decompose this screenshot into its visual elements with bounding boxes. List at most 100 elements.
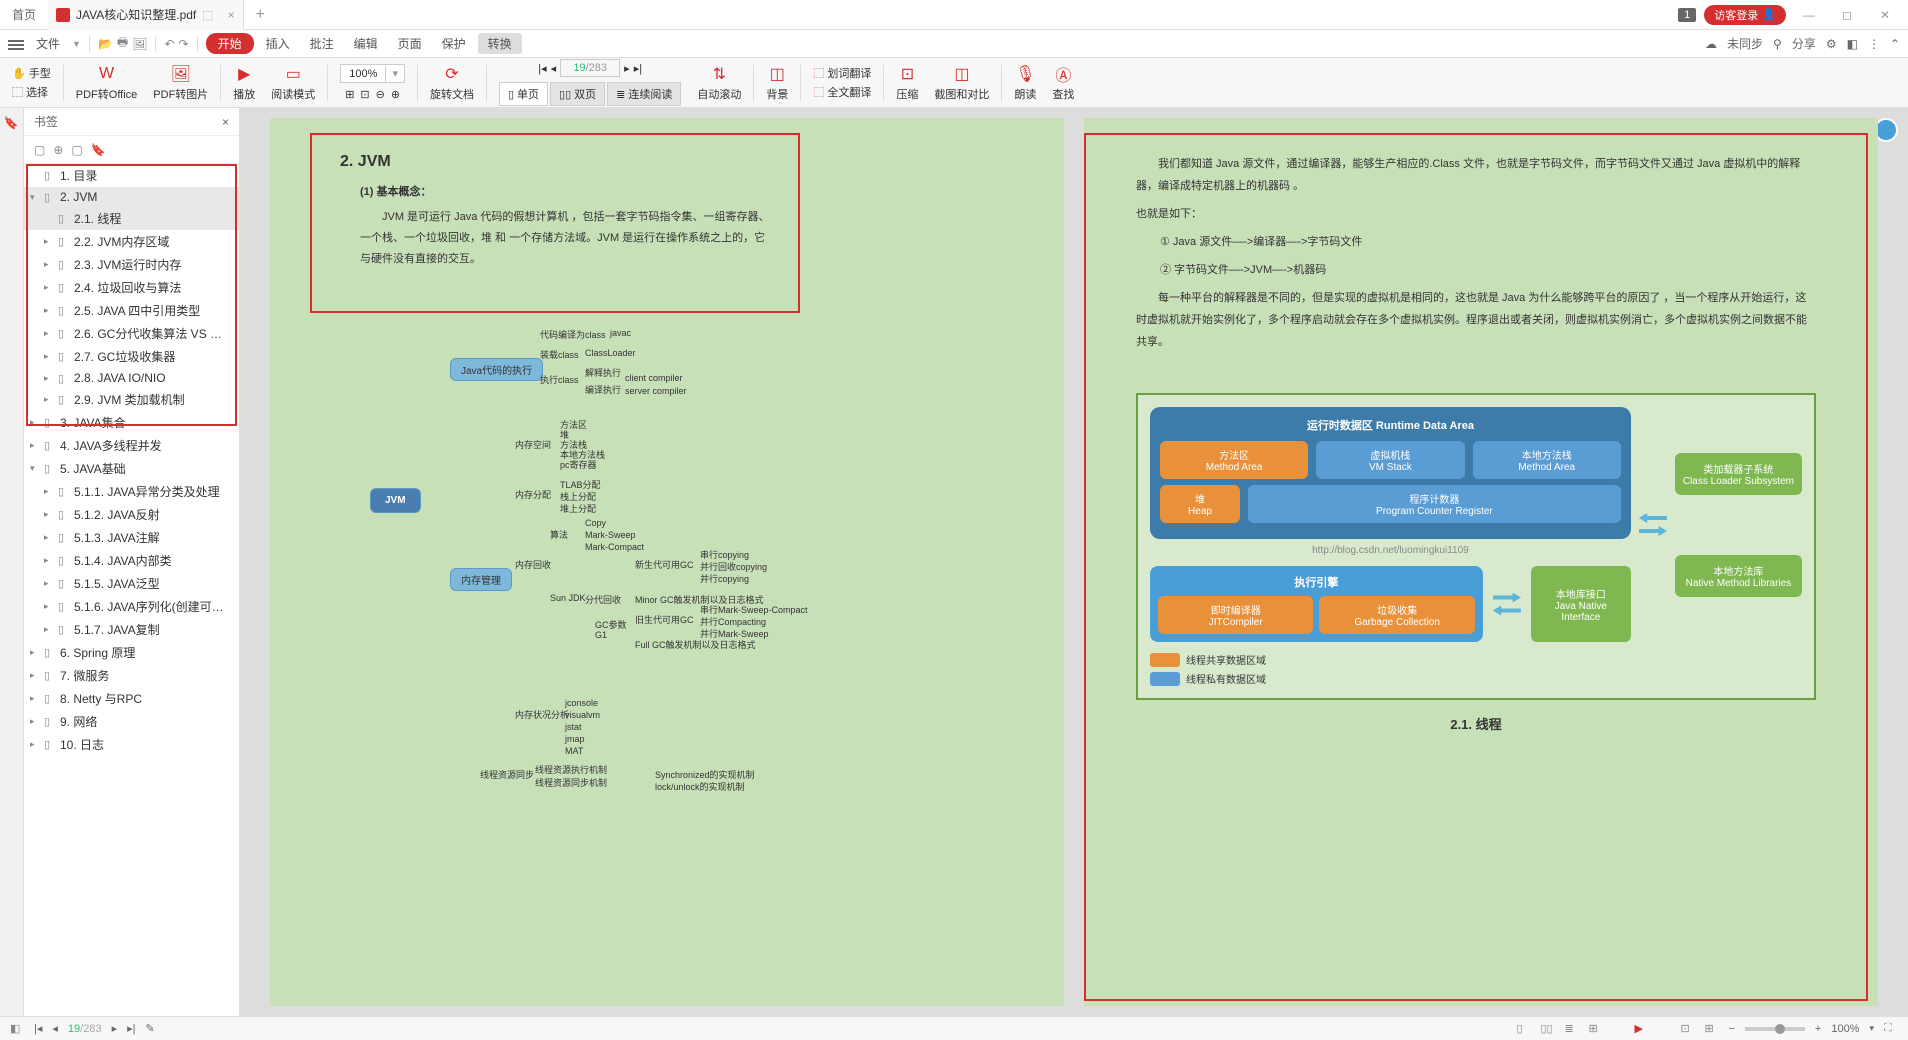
outline-item[interactable]: ▸▯2.7. GC垃圾收集器 <box>24 345 239 368</box>
expand-icon[interactable]: ▸ <box>44 509 54 520</box>
view-icon[interactable]: ▯▯ <box>1540 1022 1554 1036</box>
page-next-icon[interactable]: ▸ <box>112 1022 118 1035</box>
outline-item[interactable]: ▸▯6. Spring 原理 <box>24 641 239 664</box>
full-translate-button[interactable]: ⬚ 全文翻译 <box>813 84 871 100</box>
outline-item[interactable]: ▸▯10. 日志 <box>24 733 239 756</box>
expand-icon[interactable]: ▸ <box>30 440 40 451</box>
fullscreen-icon[interactable]: ⛶ <box>1884 1022 1898 1036</box>
expand-icon[interactable]: ▸ <box>44 373 54 384</box>
compress-button[interactable]: ⊡压缩 <box>892 62 922 104</box>
outline-item[interactable]: ▸▯2.2. JVM内存区域 <box>24 230 239 253</box>
gear-icon[interactable]: ⚙ <box>1826 37 1837 51</box>
redo-icon[interactable]: ↷ <box>179 37 189 51</box>
menu-edit[interactable]: 编辑 <box>346 33 386 54</box>
outline-item[interactable]: ▸▯5.1.7. JAVA复制 <box>24 618 239 641</box>
hand-tool[interactable]: ✋ 手型 <box>12 65 51 81</box>
page-last-icon[interactable]: ▸| <box>127 1022 135 1035</box>
view-icon[interactable]: ▯ <box>1516 1022 1530 1036</box>
double-page-button[interactable]: ▯▯双页 <box>550 82 605 106</box>
zoom-out-button[interactable]: − <box>1728 1023 1734 1035</box>
outline-item[interactable]: ▾▯5. JAVA基础 <box>24 457 239 480</box>
view-icon[interactable]: ⊞ <box>1588 1022 1602 1036</box>
outline-item[interactable]: ▸▯4. JAVA多线程并发 <box>24 434 239 457</box>
expand-icon[interactable]: ▸ <box>30 739 40 750</box>
print-icon[interactable]: 🖶 <box>117 33 128 54</box>
play-icon[interactable]: ▶ <box>1634 1022 1648 1036</box>
outline-tool-icon[interactable]: 🔖 <box>91 143 106 157</box>
continuous-button[interactable]: ≣连续阅读 <box>607 82 681 106</box>
outline-item[interactable]: ▯1. 目录 <box>24 164 239 187</box>
tab-add-button[interactable]: + <box>244 6 277 24</box>
outline-item[interactable]: ▸▯2.9. JVM 类加载机制 <box>24 388 239 411</box>
page-next-icon[interactable]: ▸ <box>624 62 630 75</box>
outline-tool-icon[interactable]: ▢ <box>34 143 45 157</box>
sidebar-toggle-icon[interactable]: ◧ <box>10 1022 24 1036</box>
save-icon[interactable]: 🖼 <box>132 37 147 51</box>
expand-icon[interactable]: ▸ <box>30 693 40 704</box>
fit-icon[interactable]: ⊡ <box>1680 1022 1694 1036</box>
outline-item[interactable]: ▾▯2. JVM <box>24 187 239 207</box>
outline-item[interactable]: ▸▯2.8. JAVA IO/NIO <box>24 368 239 388</box>
skin-icon[interactable]: ◧ <box>1847 37 1858 51</box>
play-button[interactable]: ▶播放 <box>229 62 259 104</box>
outline-item[interactable]: ▸▯5.1.5. JAVA泛型 <box>24 572 239 595</box>
read-aloud-button[interactable]: 🎙朗读 <box>1010 62 1040 104</box>
zoom-out-icon[interactable]: ⊖ <box>376 88 385 101</box>
expand-icon[interactable]: ▸ <box>44 236 54 247</box>
expand-icon[interactable]: ▸ <box>30 670 40 681</box>
page-prev-icon[interactable]: ◂ <box>551 62 557 75</box>
tab-document[interactable]: JAVA核心知识整理.pdf ⬚ × <box>48 0 244 30</box>
menu-annotate[interactable]: 批注 <box>302 33 342 54</box>
document-viewport[interactable]: 2. JVM (1) 基本概念： JVM 是可运行 Java 代码的假想计算机 … <box>240 108 1908 1016</box>
zoom-in-icon[interactable]: ⊕ <box>391 88 400 101</box>
expand-icon[interactable]: ▸ <box>44 601 54 612</box>
expand-icon[interactable]: ▸ <box>44 351 54 362</box>
outline-item[interactable]: ▸▯5.1.1. JAVA异常分类及处理 <box>24 480 239 503</box>
zoom-slider[interactable] <box>1745 1027 1805 1031</box>
rotate-button[interactable]: ⟳旋转文档 <box>426 62 478 104</box>
find-button[interactable]: Ⓐ查找 <box>1048 62 1078 104</box>
outline-item[interactable]: ▸▯2.4. 垃圾回收与算法 <box>24 276 239 299</box>
outline-item[interactable]: ▸▯2.3. JVM运行时内存 <box>24 253 239 276</box>
expand-icon[interactable]: ▸ <box>44 555 54 566</box>
menu-insert[interactable]: 插入 <box>258 33 298 54</box>
zoom-value[interactable]: 100% <box>1831 1023 1859 1035</box>
collapse-icon[interactable]: ⌃ <box>1890 37 1900 51</box>
menu-protect[interactable]: 保护 <box>434 33 474 54</box>
outline-tool-icon[interactable]: ▢ <box>71 143 82 157</box>
selection-translate-button[interactable]: ⬚ 划词翻译 <box>813 65 871 81</box>
bookmark-rail-icon[interactable]: 🔖 <box>4 116 20 132</box>
expand-icon[interactable]: ▸ <box>30 647 40 658</box>
expand-icon[interactable]: ▸ <box>44 305 54 316</box>
single-page-button[interactable]: ▯单页 <box>499 82 548 106</box>
tab-pin-icon[interactable]: ⬚ <box>202 8 213 22</box>
menu-file[interactable]: 文件 <box>28 33 68 54</box>
panel-close-icon[interactable]: × <box>222 115 229 129</box>
outline-item[interactable]: ▸▯2.6. GC分代收集算法 VS 分区收集算法 <box>24 322 239 345</box>
background-button[interactable]: ◫背景 <box>762 62 792 104</box>
menu-start[interactable]: 开始 <box>206 33 254 54</box>
outline-item[interactable]: ▯2.1. 线程 <box>24 207 239 230</box>
more-icon[interactable]: ⋮ <box>1868 37 1880 51</box>
page-first-icon[interactable]: |◂ <box>34 1022 42 1035</box>
outline-item[interactable]: ▸▯3. JAVA集合 <box>24 411 239 434</box>
maximize-icon[interactable]: ◻ <box>1832 8 1862 22</box>
pdf-to-office-button[interactable]: WPDF转Office <box>72 62 142 104</box>
sync-icon[interactable]: ☁ <box>1705 37 1717 51</box>
page-input[interactable]: 19/283 <box>560 59 620 77</box>
page-first-icon[interactable]: |◂ <box>538 62 546 75</box>
outline-item[interactable]: ▸▯5.1.3. JAVA注解 <box>24 526 239 549</box>
hamburger-icon[interactable] <box>8 38 24 50</box>
page-prev-icon[interactable]: ◂ <box>52 1022 58 1035</box>
zoom-select[interactable]: 100%▾ <box>340 64 405 83</box>
fit-page-icon[interactable]: ⊡ <box>360 88 369 101</box>
outline-tree[interactable]: ▯1. 目录▾▯2. JVM▯2.1. 线程▸▯2.2. JVM内存区域▸▯2.… <box>24 164 239 1016</box>
tab-close-icon[interactable]: × <box>228 8 235 22</box>
minimize-icon[interactable]: — <box>1794 8 1824 22</box>
tab-home[interactable]: 首页 <box>0 6 48 23</box>
read-mode-button[interactable]: ▭阅读模式 <box>267 62 319 104</box>
menu-page[interactable]: 页面 <box>390 33 430 54</box>
share-icon[interactable]: ⚲ <box>1773 37 1782 51</box>
outline-tool-icon[interactable]: ⊕ <box>53 143 63 157</box>
expand-icon[interactable]: ▸ <box>44 624 54 635</box>
